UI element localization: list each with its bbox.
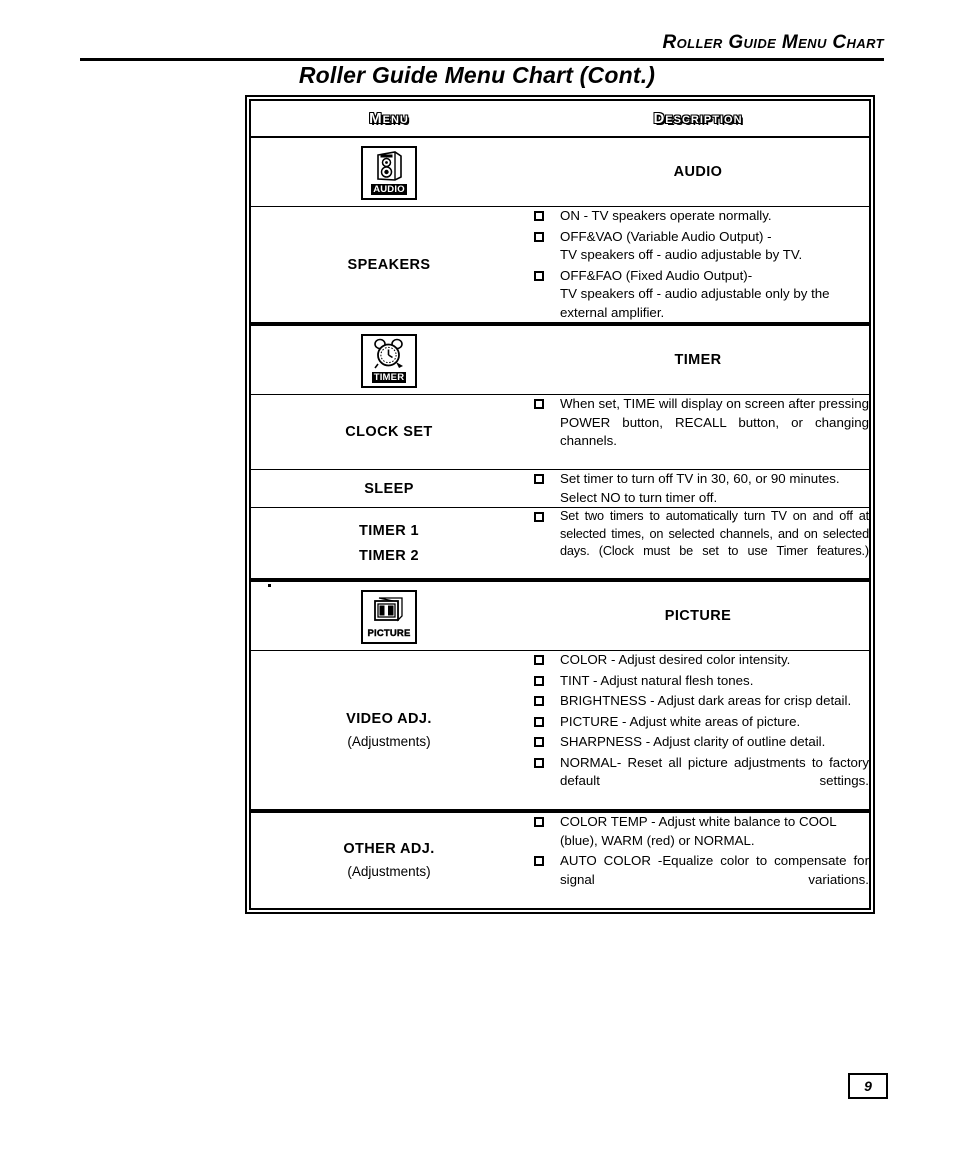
table-row-video-adj: VIDEO ADJ. (Adjustments) COLOR - Adjust … (251, 650, 869, 811)
section-heading-cell-audio: AUDIO (527, 137, 869, 207)
description-cell-other-adj: COLOR TEMP - Adjust white balance to COO… (527, 809, 869, 908)
column-header-menu-cell: Menu (251, 101, 527, 138)
list-item: COLOR - Adjust desired color intensity. (527, 651, 869, 670)
running-header-title: Roller Guide Menu Chart (662, 32, 884, 53)
list-item: PICTURE - Adjust white areas of picture. (527, 713, 869, 732)
table-header-row: Menu Description (251, 101, 869, 138)
bullet-list-speakers: ON - TV speakers operate normally. OFF&V… (527, 207, 869, 322)
menu-cell-timer-1-2: TIMER 1 TIMER 2 (251, 507, 527, 580)
menu-cell-video-adj: VIDEO ADJ. (Adjustments) (251, 650, 527, 811)
section-banner-picture: PICTURE PICTURE (251, 578, 869, 651)
list-item: Set two timers to automatically turn TV … (527, 508, 869, 578)
list-item: AUTO COLOR -Equalize color to compensate… (527, 852, 869, 908)
list-item: OFF&VAO (Variable Audio Output) - TV spea… (527, 228, 869, 265)
list-item: SHARPNESS - Adjust clarity of outline de… (527, 733, 869, 752)
column-header-description: Description (653, 110, 743, 127)
menu-sublabel-other-adj: (Adjustments) (347, 864, 431, 880)
header-divider-rule (80, 58, 884, 61)
description-cell-speakers: ON - TV speakers operate normally. OFF&V… (527, 206, 869, 324)
page-title: Roller Guide Menu Chart (Cont.) (298, 62, 656, 88)
table-row-other-adj: OTHER ADJ. (Adjustments) COLOR TEMP - Ad… (251, 809, 869, 908)
bullet-list-other-adj: COLOR TEMP - Adjust white balance to COO… (527, 813, 869, 908)
audio-icon-caption: AUDIO (371, 183, 407, 195)
list-item: BRIGHTNESS - Adjust dark areas for crisp… (527, 692, 869, 711)
table-row-clock-set: CLOCK SET When set, TIME will display on… (251, 394, 869, 470)
bullet-list-timer-1-2: Set two timers to automatically turn TV … (527, 508, 869, 578)
section-banner-audio: AUDIO AUDIO (251, 137, 869, 207)
table-row-sleep: SLEEP Set timer to turn off TV in 30, 60… (251, 469, 869, 508)
list-item: ON - TV speakers operate normally. (527, 207, 869, 226)
alarm-clock-glyph (374, 338, 403, 369)
list-item: NORMAL- Reset all picture adjustments to… (527, 754, 869, 810)
section-icon-cell-timer: TIMER (251, 322, 527, 395)
column-header-menu: Menu (369, 110, 409, 127)
description-cell-clock-set: When set, TIME will display on screen af… (527, 394, 869, 470)
television-icon-art (372, 594, 406, 627)
section-heading-audio: AUDIO (673, 164, 723, 180)
tv-screen-glyph (374, 597, 403, 622)
section-heading-timer: TIMER (674, 352, 722, 368)
section-icon-cell-audio: AUDIO (251, 137, 527, 207)
audio-speaker-icon-art (374, 150, 404, 183)
menu-label-video-adj: VIDEO ADJ. (346, 711, 432, 727)
description-cell-sleep: Set timer to turn off TV in 30, 60, or 9… (527, 469, 869, 508)
menu-cell-clock-set: CLOCK SET (251, 394, 527, 470)
page-header: Roller Guide Menu Chart (0, 32, 954, 62)
section-icon-cell-picture: PICTURE (251, 578, 527, 651)
roller-guide-menu-chart-table: Menu Description AUDIO AUDIO SPEAKERS ON… (245, 95, 875, 914)
bullet-list-clock-set: When set, TIME will display on screen af… (527, 395, 869, 469)
alarm-clock-icon-art (372, 338, 406, 371)
list-item: OFF&FAO (Fixed Audio Output)- TV speakers… (527, 267, 869, 323)
bullet-list-video-adj: COLOR - Adjust desired color intensity. … (527, 651, 869, 809)
menu-label-clock-set: CLOCK SET (345, 424, 433, 440)
list-item: COLOR TEMP - Adjust white balance to COO… (527, 813, 869, 850)
bullet-list-sleep: Set timer to turn off TV in 30, 60, or 9… (527, 470, 869, 507)
menu-cell-speakers: SPEAKERS (251, 206, 527, 324)
section-banner-timer: TIMER TIMER (251, 322, 869, 395)
description-cell-timer-1-2: Set two timers to automatically turn TV … (527, 507, 869, 580)
list-item: Set timer to turn off TV in 30, 60, or 9… (527, 470, 869, 507)
menu-sublabel-video-adj: (Adjustments) (347, 734, 431, 749)
menu-label-other-adj: OTHER ADJ. (343, 841, 435, 858)
picture-icon-caption: PICTURE (365, 627, 413, 639)
menu-label-timer-1: TIMER 1 (359, 522, 419, 539)
column-header-description-cell: Description (527, 101, 869, 138)
menu-label-speakers: SPEAKERS (347, 256, 431, 273)
television-icon: PICTURE (361, 589, 417, 644)
menu-label-sleep: SLEEP (364, 480, 414, 497)
page-number-badge: 9 (848, 1073, 888, 1099)
table-row-speakers: SPEAKERS ON - TV speakers operate normal… (251, 206, 869, 324)
audio-speaker-icon: AUDIO (361, 145, 417, 200)
menu-cell-other-adj: OTHER ADJ. (Adjustments) (251, 809, 527, 908)
scan-artifact-dot (268, 584, 271, 587)
list-item: TINT - Adjust natural flesh tones. (527, 672, 869, 691)
speaker-cabinet-glyph (377, 151, 402, 181)
section-heading-picture: PICTURE (664, 608, 732, 624)
list-item: When set, TIME will display on screen af… (527, 395, 869, 469)
table-row-timer-1-2: TIMER 1 TIMER 2 Set two timers to automa… (251, 507, 869, 580)
menu-label-timer-2: TIMER 2 (359, 547, 419, 564)
section-heading-cell-timer: TIMER (527, 322, 869, 395)
menu-cell-sleep: SLEEP (251, 469, 527, 508)
description-cell-video-adj: COLOR - Adjust desired color intensity. … (527, 650, 869, 811)
section-heading-cell-picture: PICTURE (527, 578, 869, 651)
timer-icon-caption: TIMER (371, 371, 407, 383)
alarm-clock-icon: TIMER (361, 333, 417, 388)
